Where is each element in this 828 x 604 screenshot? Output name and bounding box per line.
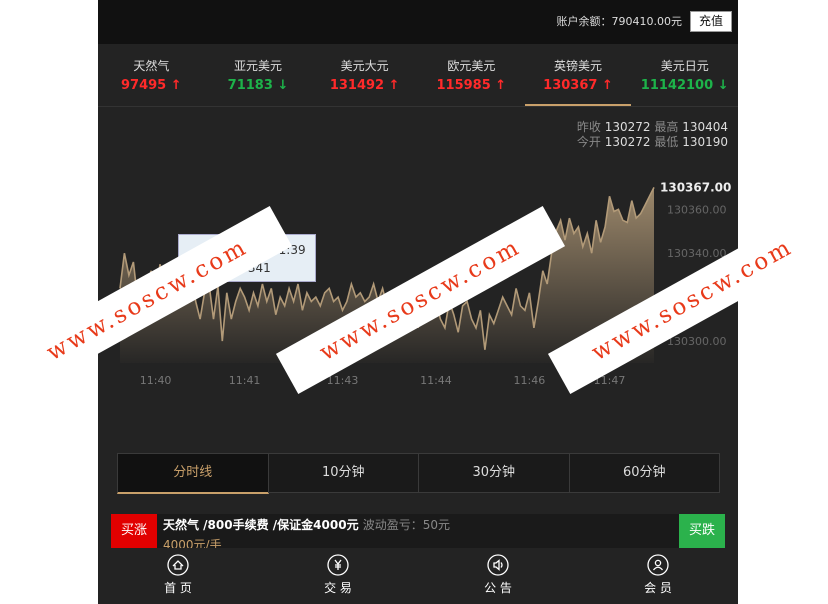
symbol-price-row: 71183 ↓ — [205, 78, 312, 93]
open-value: 130272 — [604, 135, 651, 149]
nav-label: 会 员 — [644, 581, 672, 595]
speaker-icon — [487, 554, 509, 576]
arrow-up-icon: ↑ — [170, 78, 182, 93]
symbol-price: 71183 — [227, 78, 273, 93]
nav-label: 首 页 — [164, 581, 192, 595]
symbol-name: 英镑美元 — [554, 59, 603, 73]
recharge-button[interactable]: 充值 — [689, 11, 732, 32]
symbol-tab[interactable]: 亚元美元 71183 ↓ — [205, 50, 312, 106]
x-tick-label: 11:43 — [327, 374, 359, 387]
nav-item[interactable]: 交 易 — [258, 548, 418, 604]
x-tick-label: 11:46 — [514, 374, 546, 387]
symbol-price: 115985 — [436, 78, 491, 93]
period-tab[interactable]: 30分钟 — [418, 453, 570, 493]
bottom-nav: 首 页交 易公 告会 员 — [98, 548, 738, 604]
arrow-up-icon: ↑ — [388, 78, 400, 93]
period-tab[interactable]: 60分钟 — [568, 453, 720, 493]
symbol-price: 97495 — [121, 78, 167, 93]
symbol-tab[interactable]: 欧元美元 115985 ↑ — [418, 50, 525, 106]
symbol-price: 130367 — [543, 78, 598, 93]
symbol-tab[interactable]: 美元大元 131492 ↑ — [311, 50, 418, 106]
nav-item[interactable]: 公 告 — [418, 548, 578, 604]
period-tabs: 分时线 10分钟 30分钟 60分钟 — [117, 453, 720, 494]
yen-icon — [327, 554, 349, 576]
arrow-up-icon: ↑ — [601, 78, 613, 93]
low-label: 最低 — [654, 135, 679, 149]
symbol-price-row: 131492 ↑ — [311, 78, 418, 93]
order-bar: 买涨 天然气 /800手续费 /保证金4000元 波动盈亏：50元 4000元/… — [111, 514, 725, 552]
high-label: 最高 — [654, 120, 679, 134]
symbol-name: 欧元美元 — [447, 59, 496, 73]
x-tick-label: 11:40 — [140, 374, 172, 387]
symbol-price: 131492 — [329, 78, 385, 93]
stats-row-1: 昨收 130272 最高 130404 — [577, 120, 728, 135]
symbol-name: 天然气 — [133, 59, 170, 73]
symbol-price: 11142100 — [640, 78, 714, 93]
symbol-price-row: 115985 ↑ — [418, 78, 525, 93]
symbol-price-row: 97495 ↑ — [98, 78, 205, 93]
low-value: 130190 — [682, 135, 728, 149]
symbol-price-row: 11142100 ↓ — [631, 78, 738, 93]
float-profit: 波动盈亏：50元 — [362, 518, 451, 532]
symbol-price-row: 130367 ↑ — [525, 78, 632, 93]
order-desc-text: 天然气 /800手续费 /保证金4000元 — [163, 518, 359, 532]
symbol-name: 美元日元 — [660, 59, 709, 73]
nav-item[interactable]: 首 页 — [98, 548, 258, 604]
top-bar: 账户余额：790410.00元 充值 — [98, 0, 738, 44]
symbol-tab[interactable]: 天然气 97495 ↑ — [98, 50, 205, 106]
arrow-down-icon: ↓ — [717, 78, 729, 93]
balance-label: 账户余额：790410.00元 — [557, 13, 683, 29]
symbol-tab[interactable]: 英镑美元 130367 ↑ — [524, 50, 632, 106]
symbol-name: 美元大元 — [340, 59, 389, 73]
balance-value: 790410.00元 — [611, 15, 683, 28]
nav-item[interactable]: 会 员 — [578, 548, 738, 604]
high-value: 130404 — [682, 120, 728, 134]
arrow-up-icon: ↑ — [495, 78, 507, 93]
user-icon — [647, 554, 669, 576]
buy-down-button[interactable]: 买跌 — [679, 514, 725, 548]
symbol-tabs: 天然气 97495 ↑ 亚元美元 71183 ↓ 美元大元 131492 ↑ 欧元美元 115… — [98, 50, 738, 107]
prev-close-label: 昨收 — [576, 120, 601, 134]
price-stats: 昨收 130272 最高 130404 今开 130272 最低 130190 — [577, 120, 728, 150]
home-icon — [167, 554, 189, 576]
period-tab[interactable]: 10分钟 — [267, 453, 419, 493]
y-tick-label: 130360.00 — [667, 203, 727, 216]
symbol-tab[interactable]: 美元日元 11142100 ↓ — [631, 50, 738, 106]
nav-label: 公 告 — [484, 581, 512, 595]
order-description: 天然气 /800手续费 /保证金4000元 波动盈亏：50元 — [163, 516, 450, 533]
balance-caption: 账户余额： — [556, 15, 612, 28]
buy-up-button[interactable]: 买涨 — [111, 514, 157, 548]
period-tab[interactable]: 分时线 — [117, 453, 269, 494]
prev-close-value: 130272 — [604, 120, 651, 134]
y-tick-label: 130300.00 — [667, 335, 727, 348]
open-label: 今开 — [576, 135, 601, 149]
x-tick-label: 11:44 — [420, 374, 452, 387]
stats-row-2: 今开 130272 最低 130190 — [577, 135, 728, 150]
x-tick-label: 11:41 — [229, 374, 261, 387]
arrow-down-icon: ↓ — [277, 78, 289, 93]
current-price-label: 130367.00 — [660, 180, 731, 194]
nav-label: 交 易 — [324, 581, 352, 595]
symbol-name: 亚元美元 — [234, 59, 283, 73]
